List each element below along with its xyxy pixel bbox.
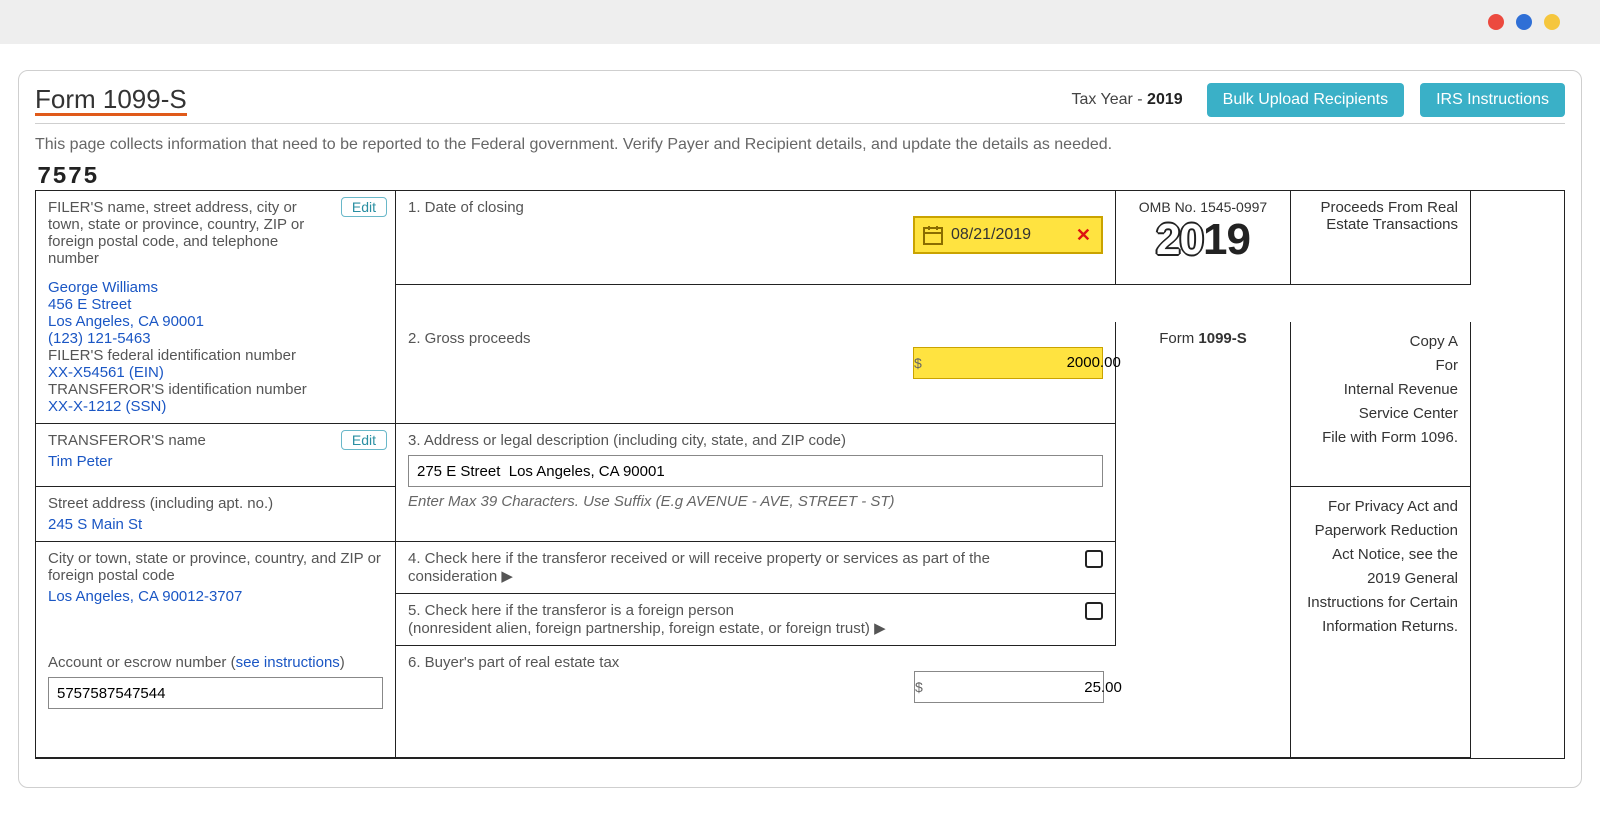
box-4-label: 4. Check here if the transferor received…	[408, 550, 1079, 585]
filer-label: FILER'S name, street address, city or to…	[48, 199, 383, 267]
see-instructions-link[interactable]: see instructions	[236, 654, 340, 671]
tax-year-label: Tax Year - 2019	[1071, 91, 1182, 109]
transferor-name: Tim Peter	[48, 453, 383, 470]
gross-proceeds-value[interactable]	[922, 348, 1131, 378]
account-block: Account or escrow number (see instructio…	[36, 646, 396, 758]
box-6-label: 6. Buyer's part of real estate tax	[408, 654, 1104, 671]
form-frame: Form 1099-S Tax Year - 2019 Bulk Upload …	[18, 70, 1582, 788]
filer-addr1: 456 E Street	[48, 296, 383, 313]
filer-phone: (123) 121-5463	[48, 330, 383, 347]
account-number-input[interactable]	[48, 677, 383, 709]
box-5: 5. Check here if the transferor is a for…	[396, 594, 1116, 646]
transferor-street-label: Street address (including apt. no.)	[48, 495, 383, 512]
form-name-label: Form Form 1099-S1099-S	[1116, 322, 1291, 425]
address-legal-desc-input[interactable]	[408, 455, 1103, 487]
account-label: Account or escrow number (see instructio…	[48, 654, 383, 671]
form-title-block: Proceeds From Real Estate Transactions	[1291, 191, 1471, 285]
currency-symbol-2: $	[915, 679, 923, 695]
transferor-tin-label: TRANSFEROR'S identification number	[48, 381, 383, 398]
transferor-name-block: Edit TRANSFEROR'S name Tim Peter	[36, 424, 396, 487]
page-header: Form 1099-S Tax Year - 2019 Bulk Upload …	[35, 81, 1565, 124]
box-1-label: 1. Date of closing	[408, 199, 1103, 216]
window-dot-blue	[1516, 14, 1532, 30]
filer-fein-label: FILER'S federal identification number	[48, 347, 383, 364]
filer-name: George Williams	[48, 279, 383, 296]
window-dot-red	[1488, 14, 1504, 30]
edit-filer-button[interactable]: Edit	[341, 197, 387, 217]
omb-year-block: OMB No. 1545-0997 2019	[1116, 191, 1291, 285]
form-grid: Edit FILER'S name, street address, city …	[35, 190, 1565, 759]
transferor-city-label: City or town, state or province, country…	[48, 550, 383, 584]
window-dot-yellow	[1544, 14, 1560, 30]
buyers-tax-value[interactable]	[923, 672, 1132, 702]
edit-transferor-button[interactable]: Edit	[341, 430, 387, 450]
spacer-col3	[1116, 424, 1291, 758]
irs-instructions-button[interactable]: IRS Instructions	[1420, 83, 1565, 117]
copy-a-block: Copy A For Internal Revenue Service Cent…	[1291, 322, 1471, 488]
calendar-icon	[921, 223, 945, 247]
box-5-label: 5. Check here if the transferor is a for…	[408, 602, 1079, 637]
transferor-city-block: City or town, state or province, country…	[36, 542, 396, 646]
tax-year-big: 2019	[1128, 215, 1278, 265]
page-title: Form 1099-S	[35, 84, 1061, 117]
box-2: 2. Gross proceeds $	[396, 322, 1116, 425]
transferor-street: 245 S Main St	[48, 516, 383, 533]
filer-block: Edit FILER'S name, street address, city …	[36, 191, 396, 424]
box-2-label: 2. Gross proceeds	[408, 330, 1103, 347]
box-3-hint: Enter Max 39 Characters. Use Suffix (E.g…	[408, 487, 1103, 510]
transferor-street-block: Street address (including apt. no.) 245 …	[36, 487, 396, 542]
filer-fein: XX-X54561 (EIN)	[48, 364, 383, 381]
gross-proceeds-input[interactable]: $	[913, 347, 1103, 379]
page-description: This page collects information that need…	[35, 124, 1565, 162]
box-6: 6. Buyer's part of real estate tax $	[396, 646, 1116, 758]
clear-date-icon[interactable]: ✕	[1066, 225, 1101, 246]
box-1: 1. Date of closing 08/21/2019 ✕	[396, 191, 1116, 285]
privacy-notice: For Privacy Act and Paperwork Reduction …	[1291, 487, 1471, 758]
box-4-checkbox[interactable]	[1085, 550, 1103, 568]
box-5-checkbox[interactable]	[1085, 602, 1103, 620]
currency-symbol: $	[914, 355, 922, 371]
omb-number: OMB No. 1545-0997	[1128, 199, 1278, 215]
transferor-name-label: TRANSFEROR'S name	[48, 432, 383, 449]
box-3: 3. Address or legal description (includi…	[396, 424, 1116, 542]
filer-addr2: Los Angeles, CA 90001	[48, 313, 383, 330]
transferor-city: Los Angeles, CA 90012-3707	[48, 588, 383, 605]
box-4: 4. Check here if the transferor received…	[396, 542, 1116, 594]
bulk-upload-button[interactable]: Bulk Upload Recipients	[1207, 83, 1404, 117]
transferor-tin: XX-X-1212 (SSN)	[48, 398, 383, 415]
window-titlebar	[0, 0, 1600, 44]
date-value: 08/21/2019	[951, 226, 1066, 244]
box-3-label: 3. Address or legal description (includi…	[408, 432, 1103, 449]
date-of-closing-input[interactable]: 08/21/2019 ✕	[913, 216, 1103, 254]
buyers-tax-input[interactable]: $	[914, 671, 1104, 703]
form-code: 7575	[35, 162, 1565, 190]
